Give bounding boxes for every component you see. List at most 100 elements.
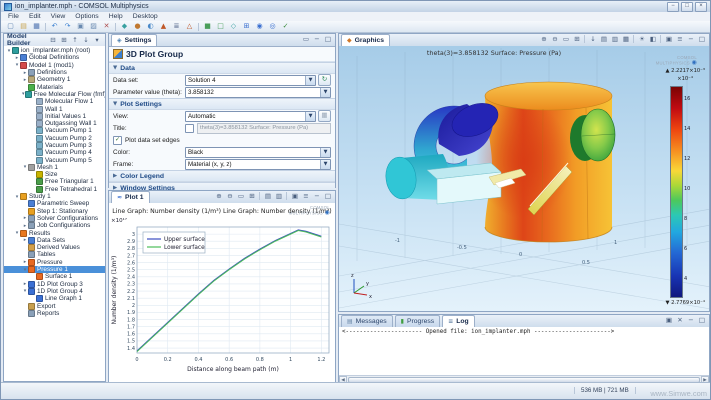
tree-item-model-1-mod1[interactable]: ▾Model 1 (mod1) [4, 62, 105, 69]
menu-icon[interactable]: ▾ [92, 36, 102, 45]
expand-all-icon[interactable]: ⊞ [59, 36, 69, 45]
clear-log-icon[interactable]: ✕ [675, 316, 685, 325]
minimize-icon[interactable]: − [312, 192, 322, 201]
tree-item-vacuum-pump-1[interactable]: Vacuum Pump 1 [4, 127, 105, 134]
tree-item-job-configurations[interactable]: ▸Job Configurations [4, 222, 105, 229]
menu-view[interactable]: View [46, 13, 71, 20]
minimize-icon[interactable]: − [686, 316, 696, 325]
tree-item-vacuum-pump-5[interactable]: Vacuum Pump 5 [4, 156, 105, 163]
tree-item-vacuum-pump-3[interactable]: Vacuum Pump 3 [4, 142, 105, 149]
tree-item-initial-values-1[interactable]: Initial Values 1 [4, 113, 105, 120]
options-icon[interactable]: ◎ [267, 21, 279, 32]
splitter-left[interactable] [106, 33, 108, 382]
delete-icon[interactable]: ✕ [101, 21, 113, 32]
zoom-extents-icon[interactable]: ⊞ [241, 21, 253, 32]
plot-group-icon[interactable]: □ [215, 21, 227, 32]
tree-item-geometry-1[interactable]: ▸Geometry 1 [4, 76, 105, 83]
menu-desktop[interactable]: Desktop [128, 13, 163, 20]
x-axis-log-icon[interactable]: ▤ [263, 192, 273, 201]
tree-item-molecular-flow-1[interactable]: Molecular Flow 1 [4, 98, 105, 105]
tab-graphics[interactable]: ◆ Graphics [341, 34, 390, 46]
line-chart[interactable]: Line Graph: Number density (1/m³) Line G… [109, 203, 335, 385]
zoom-box-icon[interactable]: ▭ [561, 35, 571, 44]
splitter-middle[interactable] [336, 33, 338, 382]
collapse-all-icon[interactable]: ⊟ [48, 36, 58, 45]
new-icon[interactable]: ▢ [5, 21, 17, 32]
tab-plot1[interactable]: ≈ Plot 1 [111, 191, 150, 203]
splitter-settings-plot[interactable] [108, 188, 336, 190]
help-icon[interactable]: ✓ [280, 21, 292, 32]
zoom-extents-icon[interactable]: ⊞ [247, 192, 257, 201]
menu-help[interactable]: Help [104, 13, 128, 20]
report-icon[interactable]: ◇ [228, 21, 240, 32]
tree-item-vacuum-pump-2[interactable]: Vacuum Pump 2 [4, 135, 105, 142]
scene-light-icon[interactable]: ☀ [637, 35, 647, 44]
tree-item-pressure[interactable]: ▸Pressure [4, 259, 105, 266]
minimize-panel-icon[interactable]: − [312, 35, 322, 44]
redo-icon[interactable]: ↷ [62, 21, 74, 32]
close-button[interactable]: × [695, 2, 707, 12]
splitter-graphics-log[interactable] [338, 312, 710, 314]
zoom-box-icon[interactable]: ▭ [236, 192, 246, 201]
float-panel-icon[interactable]: ▭ [301, 35, 311, 44]
geometry-icon[interactable]: ◆ [119, 21, 131, 32]
frame-combo[interactable]: Material (x, y, z) ▼ [185, 159, 331, 170]
zoom-out-icon[interactable]: ⊖ [225, 192, 235, 201]
undo-icon[interactable]: ↶ [49, 21, 61, 32]
tree-item-materials[interactable]: Materials [4, 83, 105, 90]
tab-settings[interactable]: ◈ Settings [111, 34, 157, 46]
tree-item-parametric-sweep[interactable]: Parametric Sweep [4, 200, 105, 207]
maximize-icon[interactable]: □ [323, 192, 333, 201]
material-icon[interactable]: ● [132, 21, 144, 32]
tree-item-solver-configurations[interactable]: ▸Solver Configurations [4, 215, 105, 222]
zoom-extents-icon[interactable]: ⊞ [572, 35, 582, 44]
tree-item-1d-plot-group-3[interactable]: ▸1D Plot Group 3 [4, 281, 105, 288]
tree-item-definitions[interactable]: ▸Definitions [4, 69, 105, 76]
results-icon[interactable]: ■ [202, 21, 214, 32]
image-snapshot-icon[interactable]: ▣ [664, 35, 674, 44]
print-icon[interactable]: ≡ [675, 35, 685, 44]
physics-icon[interactable]: ◐ [145, 21, 157, 32]
tree-item-pressure-1[interactable]: ▾Pressure 1 [4, 266, 105, 273]
tree-item-results[interactable]: ▾Results [4, 229, 105, 236]
tree-item-study-1[interactable]: ▾Study 1 [4, 193, 105, 200]
menu-file[interactable]: File [3, 13, 24, 20]
zoom-in-icon[interactable]: ⊕ [539, 35, 549, 44]
view-settings-button[interactable]: ▦ [318, 110, 331, 122]
copy-icon[interactable]: ▣ [75, 21, 87, 32]
minimize-icon[interactable]: − [686, 35, 696, 44]
tab-log[interactable]: ≡Log [442, 315, 475, 327]
dataset-combo[interactable]: Solution 4 ▼ [185, 75, 316, 86]
zoom-in-icon[interactable]: ⊕ [214, 192, 224, 201]
section-color-legend[interactable]: ▶ Color Legend [109, 170, 335, 182]
log-content[interactable]: <---------------------- Opened file: ion… [339, 327, 709, 376]
title-checkbox[interactable] [185, 124, 194, 133]
maximize-button[interactable]: □ [681, 2, 693, 12]
view-zx-icon[interactable]: ▦ [621, 35, 631, 44]
refresh-solution-button[interactable]: ↻ [318, 74, 331, 86]
tree-item-ion-implanter-mph-root[interactable]: ▾ion_implanter.mph (root) [4, 47, 105, 54]
maximize-icon[interactable]: □ [697, 316, 707, 325]
study-icon[interactable]: △ [184, 21, 196, 32]
menu-options[interactable]: Options [70, 13, 103, 20]
tree-item-vacuum-pump-4[interactable]: Vacuum Pump 4 [4, 149, 105, 156]
tree-item-data-sets[interactable]: ▸Data Sets [4, 237, 105, 244]
print-icon[interactable]: ≡ [301, 192, 311, 201]
maximize-panel-icon[interactable]: □ [323, 35, 333, 44]
tab-progress[interactable]: ▮Progress [395, 315, 441, 327]
mesh-icon[interactable]: ▲ [158, 21, 170, 32]
view-yz-icon[interactable]: ▥ [610, 35, 620, 44]
section-data[interactable]: ▼ Data [109, 62, 335, 74]
view-xy-icon[interactable]: ▤ [599, 35, 609, 44]
tree-item-surface-1[interactable]: Surface 1 [4, 273, 105, 280]
compute-icon[interactable]: ≣ [171, 21, 183, 32]
image-snapshot-icon[interactable]: ▣ [290, 192, 300, 201]
tree-item-free-molecular-flow-fmf[interactable]: ▾Free Molecular Flow (fmf) [4, 91, 105, 98]
tree-item-reports[interactable]: Reports [4, 310, 105, 317]
move-up-icon[interactable]: ↑ [70, 36, 80, 45]
tree-item-free-tetrahedral-1[interactable]: Free Tetrahedral 1 [4, 186, 105, 193]
open-icon[interactable]: ▤ [18, 21, 30, 32]
save-icon[interactable]: ▦ [31, 21, 43, 32]
tree-item-step-1-stationary[interactable]: Step 1: Stationary [4, 208, 105, 215]
tree-item-export[interactable]: Export [4, 302, 105, 309]
